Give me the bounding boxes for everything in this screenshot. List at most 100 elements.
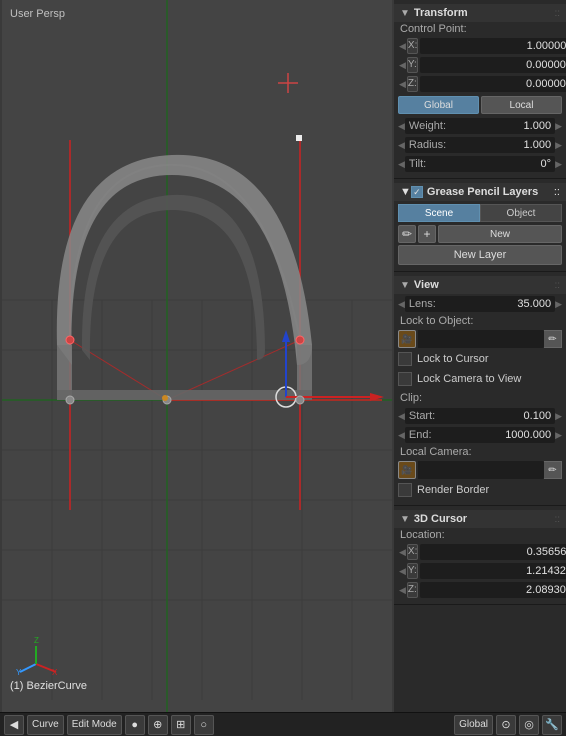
lock-camera-row[interactable]: Lock Camera to View [398,370,562,388]
viewport-shading-button[interactable]: ● [125,715,145,735]
lock-camera-label: Lock Camera to View [417,373,521,385]
cursor-x-input[interactable] [420,544,566,560]
transform-section: ▼ Transform :: Control Point: ◀ X: ▶ ◀ Y… [394,0,566,179]
tilt-row[interactable]: ◀ Tilt: 0° ▶ [398,155,562,173]
lens-arrow-left-icon[interactable]: ◀ [398,299,405,310]
edit-mode-button[interactable]: Edit Mode [67,715,122,735]
lock-cursor-checkbox[interactable] [398,352,412,366]
tilt-arrow-right-icon[interactable]: ▶ [555,159,562,170]
cursor3d-header[interactable]: ▼ 3D Cursor :: [394,510,566,528]
end-arrow-left-icon[interactable]: ◀ [398,430,405,441]
object-tab[interactable]: Object [480,204,562,222]
end-arrow-right-icon[interactable]: ▶ [555,430,562,441]
snap-button[interactable]: ⊞ [171,715,191,735]
new-button[interactable]: New [438,225,562,243]
gp-add-icon[interactable]: + [418,225,436,243]
clip-end-row[interactable]: ◀ End: 1000.000 ▶ [398,426,562,444]
x-arrow-left-icon[interactable]: ◀ [398,41,407,52]
bottom-toolbar: ◀ Curve Edit Mode ● ⊕ ⊞ ○ Global ⊙ ◎ 🔧 [0,712,566,736]
viewport-3d[interactable]: User Persp Y X Z (1) BezierCurve [0,0,394,712]
z-axis-button[interactable]: Z: [407,76,418,92]
x-axis-button[interactable]: X: [407,38,418,54]
cursor-location-label: Location: [394,528,566,542]
gp-title: Grease Pencil Layers [427,186,554,198]
cursor-y-arrow-left-icon[interactable]: ◀ [398,566,407,577]
render-button[interactable]: ◎ [519,715,539,735]
z-arrow-left-icon[interactable]: ◀ [398,79,407,90]
lens-arrow-right-icon[interactable]: ▶ [555,299,562,310]
grease-pencil-header[interactable]: ▼ ✓ Grease Pencil Layers :: [394,183,566,201]
tilt-arrow-left-icon[interactable]: ◀ [398,159,405,170]
clip-start-row[interactable]: ◀ Start: 0.100 ▶ [398,407,562,425]
new-layer-button[interactable]: New Layer [398,245,562,265]
cursor-y-input[interactable] [420,563,566,579]
object-name-field[interactable] [418,330,544,348]
cursor-x-arrow-left-icon[interactable]: ◀ [398,547,407,558]
view-header[interactable]: ▼ View :: [394,276,566,294]
y-arrow-left-icon[interactable]: ◀ [398,60,407,71]
transform-z-row[interactable]: ◀ Z: ▶ [398,75,562,93]
global-local-toggle: Global Local [398,96,562,114]
lock-camera-checkbox[interactable] [398,372,412,386]
pivot-button[interactable]: ⊕ [148,715,168,735]
radius-arrow-right-icon[interactable]: ▶ [555,140,562,151]
viewport-label: User Persp [10,8,65,20]
svg-text:Z: Z [34,636,39,645]
cursor-x-axis-button[interactable]: X: [407,544,418,560]
cursor-z-arrow-left-icon[interactable]: ◀ [398,585,407,596]
weight-arrow-left-icon[interactable]: ◀ [398,121,405,132]
lens-value: 35.000 [449,298,555,310]
y-axis-button[interactable]: Y: [407,57,418,73]
view-arrow-icon: ▼ [400,280,410,291]
cursor-z-input[interactable] [420,582,566,598]
radius-row[interactable]: ◀ Radius: 1.000 ▶ [398,136,562,154]
transform-z-input[interactable] [420,76,566,92]
transform-header[interactable]: ▼ Transform :: [394,4,566,22]
lens-label: Lens: [405,298,449,310]
transform-title: Transform [414,7,555,19]
local-camera-edit-button[interactable]: ✏ [544,461,562,479]
render-border-row[interactable]: Render Border [398,481,562,499]
gp-grip-icon: :: [554,186,560,198]
local-camera-name[interactable] [418,461,544,479]
curve-button[interactable]: Curve [27,715,64,735]
local-button[interactable]: Local [481,96,562,114]
object-edit-button[interactable]: ✏ [544,330,562,348]
cursor-y-axis-button[interactable]: Y: [407,563,418,579]
scene-button[interactable]: 🔧 [542,715,562,735]
radius-value: 1.000 [449,139,555,151]
transform-x-row[interactable]: ◀ X: ▶ [398,37,562,55]
weight-row[interactable]: ◀ Weight: 1.000 ▶ [398,117,562,135]
gp-checkbox[interactable]: ✓ [411,186,423,198]
cursor3d-grip-icon: :: [554,514,560,525]
weight-arrow-right-icon[interactable]: ▶ [555,121,562,132]
local-camera-field[interactable]: 🎥 ✏ [398,461,562,479]
render-border-checkbox[interactable] [398,483,412,497]
clip-start-value: 0.100 [449,410,555,422]
clip-start-label: Start: [405,410,449,422]
cursor-z-row[interactable]: ◀ Z: ▶ [398,581,562,599]
transform-y-row[interactable]: ◀ Y: ▶ [398,56,562,74]
layers-button[interactable]: ⊙ [496,715,516,735]
transform-x-input[interactable] [420,38,566,54]
lock-object-field[interactable]: 🎥 ✏ [398,330,562,348]
global-button[interactable]: Global [454,715,493,735]
cursor-z-axis-button[interactable]: Z: [407,582,418,598]
local-camera-icon: 🎥 [398,461,416,479]
proportional-button[interactable]: ○ [194,715,214,735]
lens-row[interactable]: ◀ Lens: 35.000 ▶ [398,295,562,313]
start-arrow-right-icon[interactable]: ▶ [555,411,562,422]
local-camera-label: Local Camera: [394,445,566,459]
gp-paint-icon[interactable]: ✏ [398,225,416,243]
mode-icon-button[interactable]: ◀ [4,715,24,735]
scene-tab[interactable]: Scene [398,204,480,222]
global-button[interactable]: Global [398,96,479,114]
cursor-y-row[interactable]: ◀ Y: ▶ [398,562,562,580]
radius-arrow-left-icon[interactable]: ◀ [398,140,405,151]
cursor-x-row[interactable]: ◀ X: ▶ [398,543,562,561]
lock-cursor-row[interactable]: Lock to Cursor [398,350,562,368]
control-point-label: Control Point: [394,22,566,36]
lock-to-object-label: Lock to Object: [394,314,566,328]
transform-y-input[interactable] [420,57,566,73]
start-arrow-left-icon[interactable]: ◀ [398,411,405,422]
